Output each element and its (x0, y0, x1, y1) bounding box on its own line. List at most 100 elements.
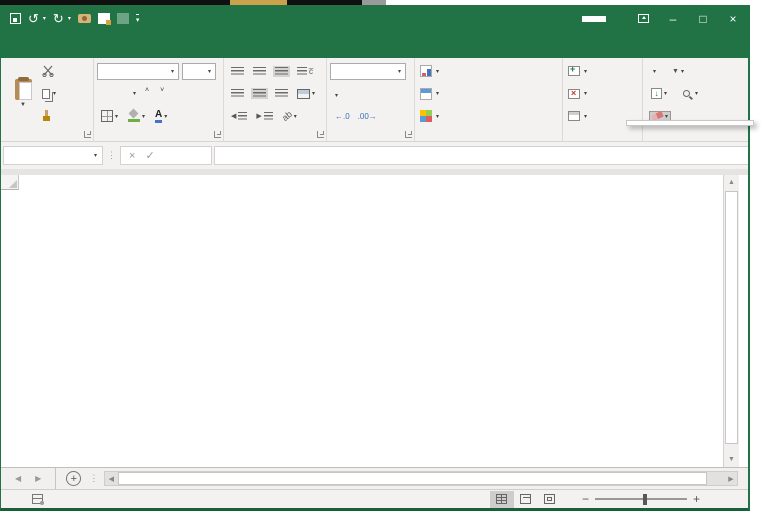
borders-button[interactable]: ▾ (99, 109, 120, 123)
scroll-down-icon[interactable]: ▼ (724, 452, 739, 467)
formula-input[interactable] (214, 146, 748, 165)
zoom-in-button[interactable]: + (687, 492, 706, 506)
underline-caret-icon[interactable]: ▾ (133, 90, 136, 97)
zoom-slider-thumb[interactable] (642, 493, 647, 505)
inactive-grid-icon (116, 13, 129, 24)
redo-icon[interactable]: ↻ (53, 12, 64, 25)
paste-button[interactable]: ▼ (4, 61, 42, 126)
format-painter-icon (42, 110, 51, 122)
macro-record-icon[interactable] (32, 494, 44, 505)
font-name-select[interactable]: ▾ (97, 62, 179, 80)
font-size-select[interactable]: ▾ (182, 62, 216, 80)
confirm-entry-icon[interactable]: ✓ (145, 149, 154, 162)
fill-button[interactable]: ↓ ▾ (649, 87, 669, 100)
fill-color-icon (128, 110, 141, 122)
redo-caret-icon[interactable]: ▾ (68, 15, 71, 22)
insert-cells-button[interactable]: ▾ (566, 62, 639, 80)
font-dialog-launcher-icon[interactable] (214, 131, 221, 138)
minimize-button[interactable]: – (658, 5, 688, 32)
copy-icon (42, 88, 50, 99)
align-center-button[interactable] (251, 88, 268, 99)
font-group: ▾ ▾ ▾ ˄ ˅ ▾ ▾ A ▾ (94, 58, 224, 141)
vertical-scrollbar[interactable]: ▲ ▼ (723, 175, 739, 467)
decrease-indent-button[interactable]: ◀ (229, 111, 249, 122)
scroll-right-icon[interactable]: ▶ (725, 472, 737, 485)
align-right-button[interactable] (273, 88, 290, 99)
customize-qat-icon[interactable]: ▾ (135, 13, 140, 24)
wrap-text-button[interactable]: c̅ (295, 66, 315, 77)
format-as-table-button[interactable]: ▾ (418, 85, 559, 103)
cells-group-label (566, 126, 639, 141)
alignment-dialog-launcher-icon[interactable] (317, 131, 324, 138)
sheet-nav-arrows: ◀ ▶ (1, 468, 55, 489)
paste-caret-icon[interactable]: ▼ (20, 102, 26, 108)
horizontal-scrollbar[interactable]: ◀ ▶ (104, 471, 738, 486)
select-all-icon (8, 180, 17, 188)
page-break-view-button[interactable] (538, 491, 562, 508)
camera-icon[interactable] (77, 14, 91, 23)
close-button[interactable]: × (718, 5, 748, 32)
grow-font-button[interactable]: ˄ (143, 87, 151, 100)
number-format-select[interactable]: ▾ (330, 62, 406, 80)
find-select-button[interactable]: ▾ (681, 89, 700, 98)
scroll-up-icon[interactable]: ▲ (724, 175, 739, 190)
orientation-button[interactable]: ab ▾ (280, 109, 299, 123)
cancel-entry-icon[interactable]: × (129, 150, 135, 162)
shrink-font-button[interactable]: ˅ (158, 87, 166, 99)
cell-styles-button[interactable]: ▾ (418, 107, 559, 125)
copy-button[interactable]: ▾ (42, 85, 56, 103)
sheetbar-divider: ⋮ (89, 473, 99, 483)
save-icon[interactable] (10, 13, 21, 24)
sign-in-button[interactable] (582, 15, 606, 22)
merge-center-button[interactable]: ▾ (295, 88, 317, 100)
spreadsheet-grid[interactable]: ▲ ▼ (1, 169, 748, 467)
scissors-icon (42, 65, 54, 77)
align-middle-button[interactable] (251, 66, 268, 77)
increase-indent-button[interactable]: ▶ (254, 111, 274, 122)
formula-bar: ▾ ⋮ × ✓ (1, 142, 748, 169)
quick-access-toolbar: ↺ ▾ ↻ ▾ ▾ (1, 12, 140, 25)
zoom-slider-track[interactable] (594, 493, 687, 505)
font-size-caret-icon: ▾ (207, 68, 211, 75)
editing-group: ▾ ▼ ▾ ↓ ▾ ▾ ▾ (643, 58, 727, 141)
select-all-corner[interactable] (1, 175, 19, 190)
horizontal-scroll-thumb[interactable] (118, 472, 707, 485)
decrease-decimal-icon[interactable]: .00→ (358, 112, 377, 121)
vertical-scroll-thumb[interactable] (725, 191, 738, 444)
workbook-icon[interactable] (97, 13, 111, 25)
normal-view-button[interactable] (489, 490, 514, 508)
number-dialog-launcher-icon[interactable] (405, 131, 412, 138)
currency-button[interactable]: ▾ (335, 88, 338, 100)
conditional-formatting-button[interactable]: ▾ (418, 62, 559, 80)
format-painter-button[interactable] (42, 107, 56, 125)
increase-decimal-icon[interactable]: ←.0 (335, 112, 350, 121)
name-box-caret-icon[interactable]: ▾ (94, 152, 97, 159)
sheet-nav-left-icon[interactable]: ◀ (15, 474, 21, 483)
sort-filter-button[interactable]: ▼ ▾ (668, 67, 686, 76)
alignment-group: c̅ ▾ ◀ ▶ ab ▾ (224, 58, 327, 141)
maximize-button[interactable]: □ (688, 5, 718, 32)
clipboard-group-label (4, 126, 90, 141)
autosum-button[interactable]: ▾ (649, 67, 658, 76)
sheet-nav-right-icon[interactable]: ▶ (35, 474, 41, 483)
align-top-button[interactable] (229, 66, 246, 77)
normal-view-icon (496, 494, 508, 504)
undo-icon[interactable]: ↺ (28, 12, 39, 25)
font-color-icon: A (155, 109, 163, 123)
fill-icon: ↓ (651, 88, 662, 99)
undo-caret-icon[interactable]: ▾ (43, 15, 46, 22)
cut-button[interactable] (42, 62, 56, 80)
merge-center-icon (297, 88, 310, 99)
fill-color-button[interactable]: ▾ (126, 109, 147, 123)
align-bottom-button[interactable] (273, 65, 290, 77)
ribbon-display-options-button[interactable] (628, 5, 658, 32)
align-left-button[interactable] (229, 88, 246, 99)
clipboard-dialog-launcher-icon[interactable] (84, 131, 91, 138)
font-color-button[interactable]: A ▾ (153, 109, 169, 124)
delete-cells-button[interactable]: ▾ (566, 85, 639, 103)
page-layout-view-button[interactable] (514, 491, 538, 508)
scroll-left-icon[interactable]: ◀ (105, 472, 117, 485)
name-box[interactable]: ▾ (3, 146, 103, 165)
new-sheet-button[interactable]: + (66, 471, 82, 486)
zoom-out-button[interactable]: − (576, 492, 595, 506)
